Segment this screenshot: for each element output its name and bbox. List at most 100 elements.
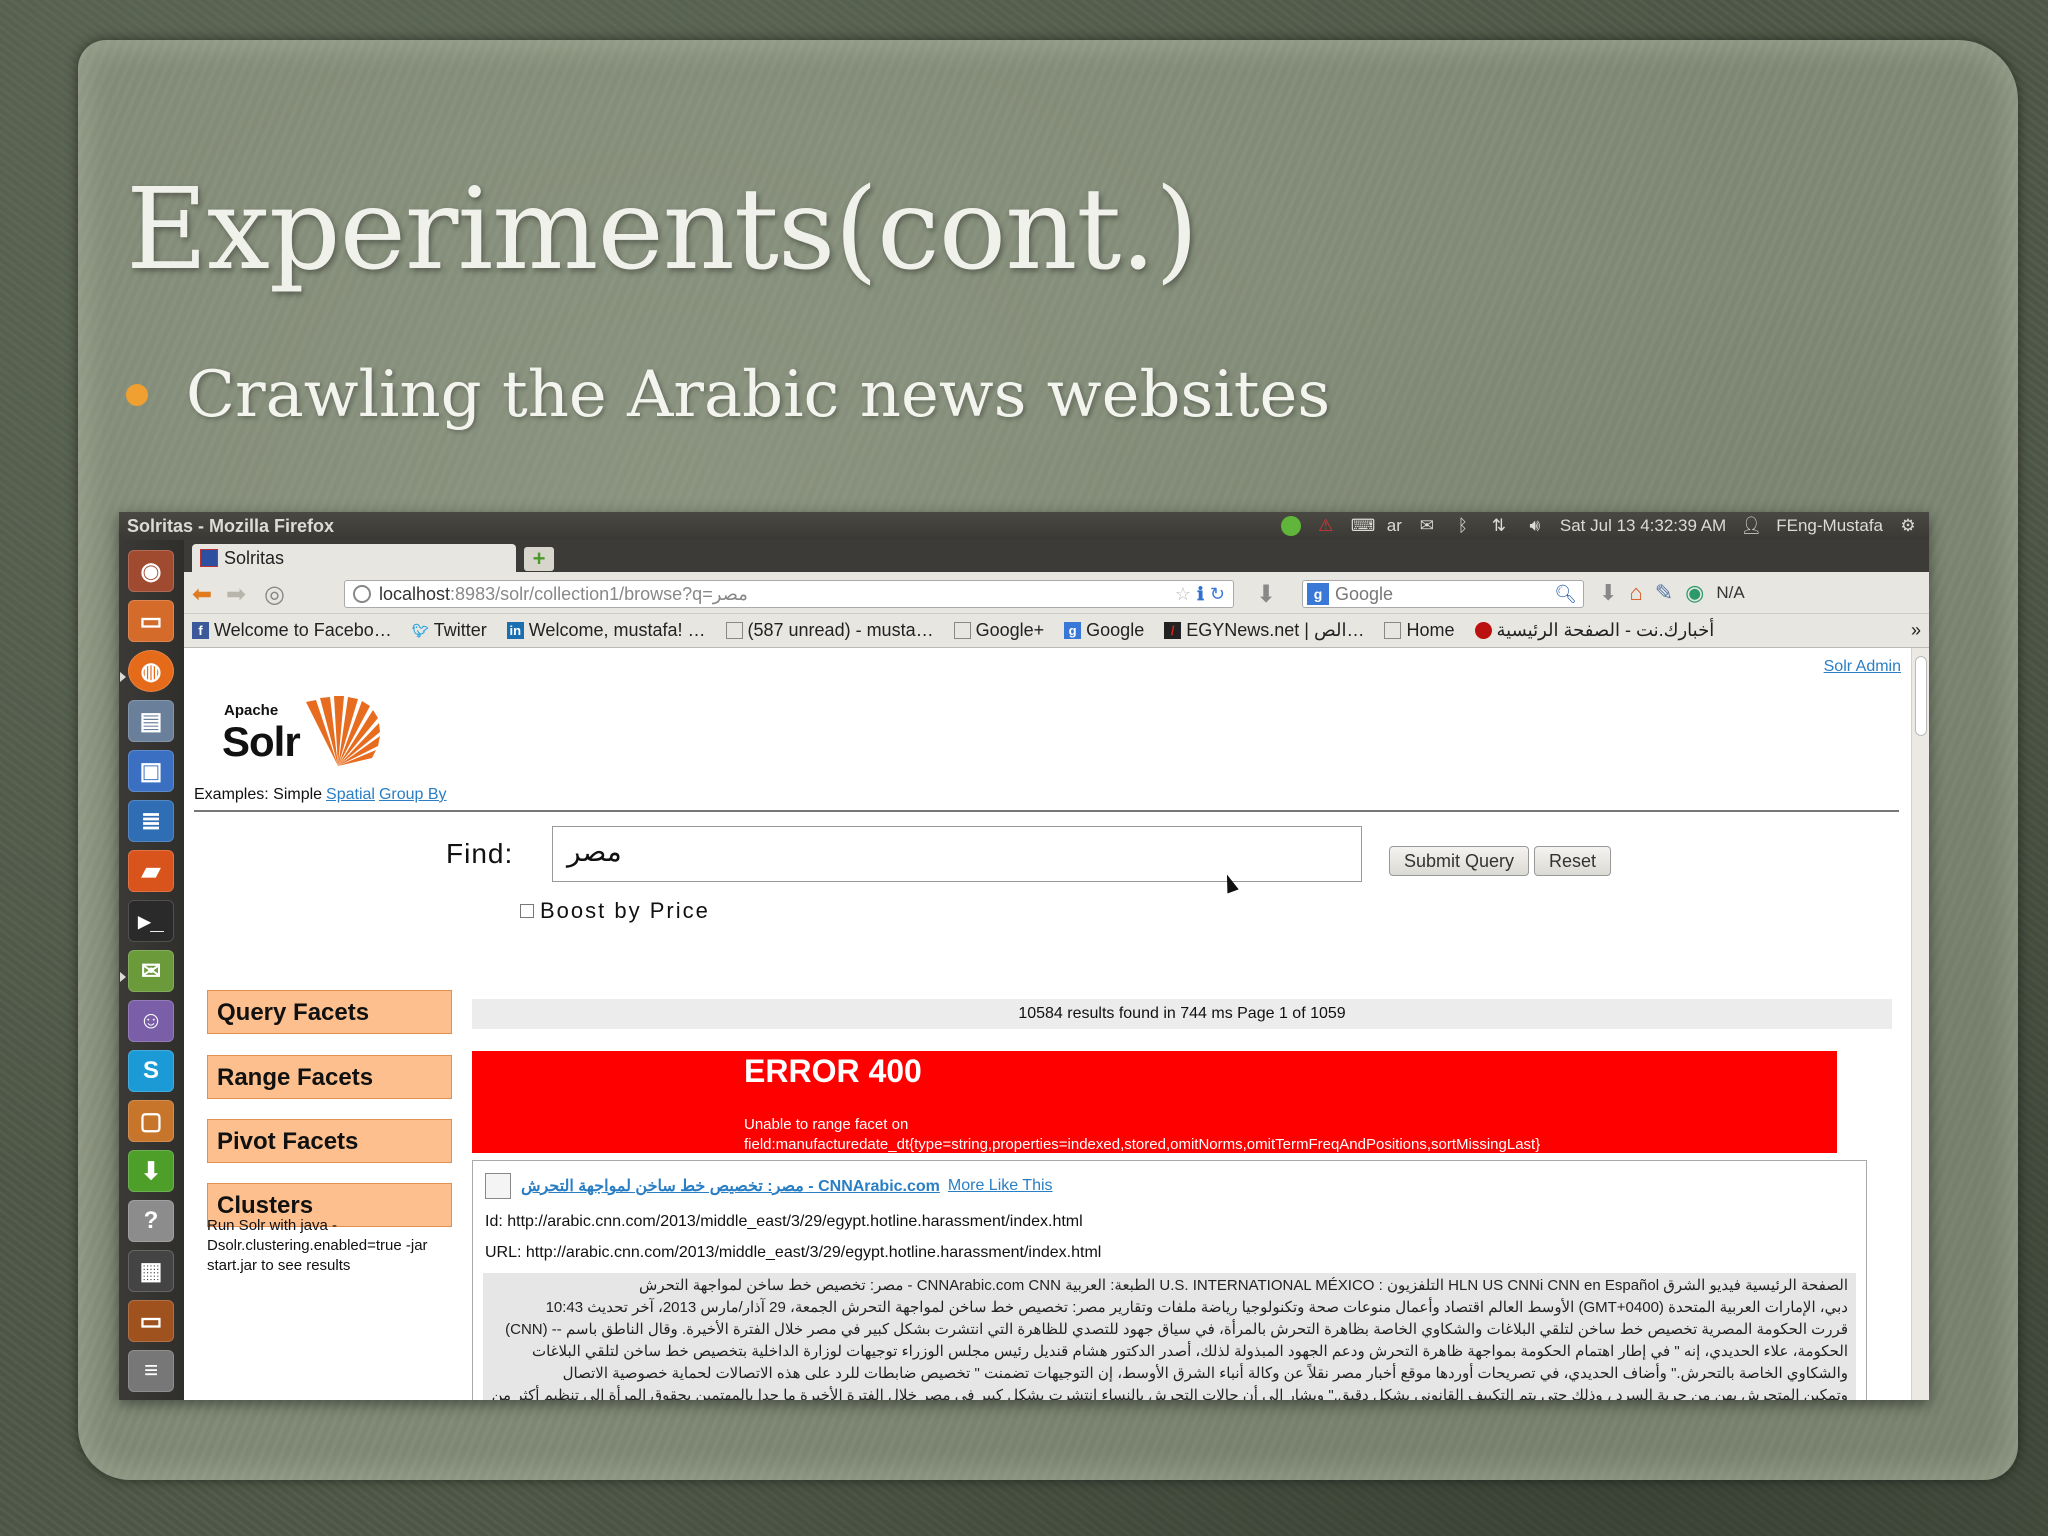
logo-apache-text: Apache <box>224 702 279 719</box>
new-tab-button[interactable]: + <box>524 547 554 571</box>
bookmark-label: Google+ <box>975 620 1045 640</box>
doc-body-line: قررت الحكومة المصرية تخصيص خط ساخن لتلقي… <box>505 1321 1848 1338</box>
pidgin-icon[interactable]: ☺ <box>128 1000 174 1042</box>
mail-icon[interactable]: ✉ <box>1416 517 1438 535</box>
bookmark-facebook[interactable]: f Welcome to Facebo… <box>192 620 392 641</box>
doc-body-line: الحكومة، علاء الحديدي، إنه " في إطار اهت… <box>531 1343 1848 1360</box>
boost-checkbox[interactable] <box>520 904 534 918</box>
window-icon[interactable]: ▭ <box>128 1300 174 1342</box>
query-facets-heading[interactable]: Query Facets <box>207 990 452 1034</box>
search-input[interactable]: مصر <box>552 826 1362 882</box>
software-center-icon[interactable]: ▰ <box>128 850 174 892</box>
tab-strip: Solritas + <box>184 540 1929 572</box>
reset-button[interactable]: Reset <box>1534 846 1612 876</box>
bookmarks-overflow-icon[interactable]: » <box>1911 620 1921 641</box>
solr-admin-link[interactable]: Solr Admin <box>1824 658 1901 676</box>
terminal-icon[interactable]: ▸_ <box>128 900 174 942</box>
keyboard-layout[interactable]: ar <box>1387 516 1402 536</box>
bookmark-label: Twitter <box>433 620 487 640</box>
page-info-icon[interactable]: ℹ <box>1197 584 1204 605</box>
scrollbar-thumb[interactable] <box>1915 656 1927 736</box>
user-name[interactable]: FEng-Mustafa <box>1776 516 1883 536</box>
remote-desktop-icon[interactable]: ▤ <box>128 700 174 742</box>
linkedin-icon: in <box>506 622 524 639</box>
bookmark-home[interactable]: Home <box>1384 620 1455 641</box>
files-icon[interactable]: ▭ <box>128 600 174 642</box>
range-facets-heading[interactable]: Range Facets <box>207 1055 452 1099</box>
virtualbox-icon[interactable]: ▣ <box>128 750 174 792</box>
bookmark-akhbarak[interactable]: أخبارك.نت - الصفحة الرئيسية <box>1474 620 1714 641</box>
addon-icon[interactable]: ◉ <box>1685 580 1704 606</box>
bookmark-google[interactable]: g Google <box>1064 620 1144 641</box>
keyboard-icon[interactable]: ⌨ <box>1351 517 1376 535</box>
history-icon[interactable]: ◎ <box>264 580 285 609</box>
dash-home-icon[interactable]: ◉ <box>128 550 174 592</box>
example-groupby-link[interactable]: Group By <box>379 786 447 803</box>
error-message: Unable to range facet on field:manufactu… <box>744 1115 1540 1155</box>
google-engine-icon[interactable]: g <box>1307 583 1329 605</box>
submit-query-button[interactable]: Submit Query <box>1389 846 1530 876</box>
video-editor-icon[interactable]: ▦ <box>128 1250 174 1292</box>
reload-icon[interactable]: ↻ <box>1210 584 1225 605</box>
more-like-this-link[interactable]: More Like This <box>948 1177 1053 1195</box>
bookmark-google-plus[interactable]: Google+ <box>953 620 1045 641</box>
vertical-scrollbar[interactable] <box>1911 648 1929 1400</box>
doc-body: الصفحة الرئيسية فيديو الشرق HLN US CNNi … <box>483 1273 1856 1400</box>
top-panel: Solritas - Mozilla Firefox ⚠ ⌨ ar ✉ ᛒ ⇅ … <box>119 512 1929 540</box>
workspace-icon[interactable]: ▢ <box>128 1100 174 1142</box>
akhbarak-icon <box>1474 622 1492 639</box>
notes-icon[interactable]: ✎ <box>1655 580 1673 606</box>
solr-sunburst-icon <box>306 696 380 766</box>
google-icon: g <box>1064 622 1082 639</box>
document-icon <box>485 1173 511 1199</box>
url-bar[interactable]: localhost:8983/solr/collection1/browse?q… <box>344 580 1234 608</box>
examples-label: Examples: Simple <box>194 786 323 803</box>
forward-arrow-icon[interactable]: ➡ <box>226 580 246 609</box>
doc-body-line: دبي، الإمارات العربية المتحدة (GMT+0400)… <box>545 1299 1848 1316</box>
warning-icon[interactable]: ⚠ <box>1315 517 1337 535</box>
trash-icon[interactable]: ≡ <box>128 1350 174 1392</box>
pivot-facets-heading[interactable]: Pivot Facets <box>207 1119 452 1163</box>
twitter-icon: 🐦︎ <box>411 623 429 638</box>
doc-url: URL: http://arabic.cnn.com/2013/middle_e… <box>485 1244 1102 1261</box>
bookmark-egynews[interactable]: / EGYNews.net | الص… <box>1164 620 1364 641</box>
running-indicator <box>120 972 126 982</box>
gear-icon[interactable]: ⚙ <box>1897 517 1919 535</box>
downloads-icon[interactable]: ⬇ <box>1599 580 1617 606</box>
bookmark-twitter[interactable]: 🐦︎ Twitter <box>412 620 487 641</box>
writer-icon[interactable]: ≣ <box>128 800 174 842</box>
skype-icon[interactable]: S <box>128 1050 174 1092</box>
mail-client-icon[interactable]: ✉ <box>128 950 174 992</box>
bookmark-star-icon[interactable]: ☆ <box>1175 584 1191 605</box>
chat-icon[interactable] <box>1280 516 1301 536</box>
home-icon[interactable]: ⌂ <box>1629 580 1642 606</box>
download-stop-icon[interactable]: ⬇ <box>1256 580 1276 609</box>
volume-icon[interactable]: 🔊︎ <box>1524 517 1546 535</box>
download-manager-icon[interactable]: ⬇ <box>128 1150 174 1192</box>
doc-title-link[interactable]: مصر: تخصيص خط ساخن لمواجهة التحرش - CNNA… <box>521 1176 940 1196</box>
bookmark-label: EGYNews.net | الص… <box>1186 620 1365 640</box>
search-icon[interactable]: 🔍︎ <box>1554 584 1577 605</box>
user-icon: 👤︎ <box>1740 516 1763 535</box>
clock[interactable]: Sat Jul 13 4:32:39 AM <box>1560 516 1726 536</box>
logo-solr-text: Solr <box>222 718 301 765</box>
bookmark-label: Welcome to Facebo… <box>214 620 392 640</box>
bookmark-label: (587 unread) - musta… <box>747 620 934 640</box>
boost-option[interactable]: Boost by Price <box>520 898 710 924</box>
running-indicator <box>120 672 126 682</box>
bookmark-gmail[interactable]: (587 unread) - musta… <box>725 620 934 641</box>
search-box[interactable]: g Google 🔍︎ <box>1302 580 1584 608</box>
example-spatial-link[interactable]: Spatial <box>326 786 375 803</box>
bookmark-linkedin[interactable]: in Welcome, mustafa! … <box>506 620 706 641</box>
network-icon[interactable]: ⇅ <box>1488 517 1510 535</box>
bluetooth-icon[interactable]: ᛒ <box>1452 517 1474 535</box>
back-arrow-icon[interactable]: ⬅ <box>192 580 212 609</box>
boost-label: Boost by Price <box>540 898 710 923</box>
globe-icon <box>353 585 371 603</box>
tab-solritas[interactable]: Solritas <box>192 544 516 572</box>
doc-header: مصر: تخصيص خط ساخن لمواجهة التحرش - CNNA… <box>485 1173 1053 1199</box>
status-icon[interactable]: N/A <box>1716 583 1744 603</box>
slide-title: Experiments(cont.) <box>126 165 1199 295</box>
firefox-icon[interactable]: ◍ <box>128 650 174 692</box>
help-icon[interactable]: ? <box>128 1200 174 1242</box>
